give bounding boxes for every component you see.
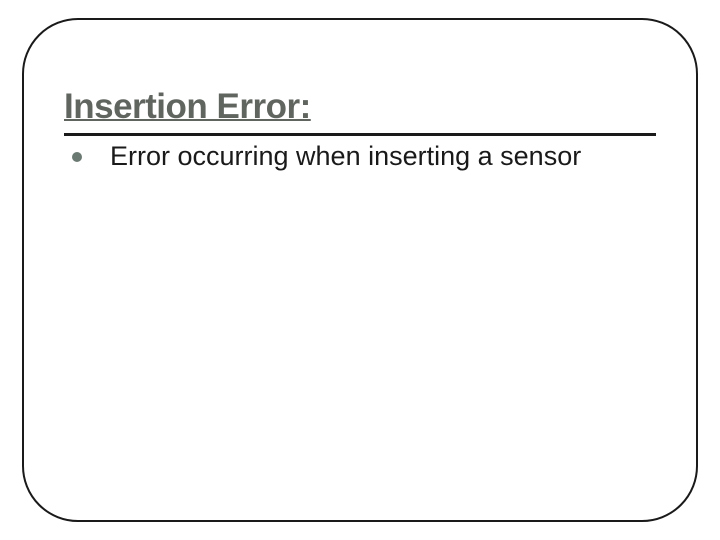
slide-frame: Insertion Error: Error occurring when in…: [22, 18, 698, 522]
bullet-item: Error occurring when inserting a sensor: [64, 140, 656, 173]
title-divider: [64, 133, 656, 136]
bullet-text: Error occurring when inserting a sensor: [110, 140, 581, 173]
slide-title: Insertion Error:: [64, 88, 656, 127]
slide-content: Insertion Error: Error occurring when in…: [24, 20, 696, 212]
bullet-icon: [72, 152, 82, 162]
